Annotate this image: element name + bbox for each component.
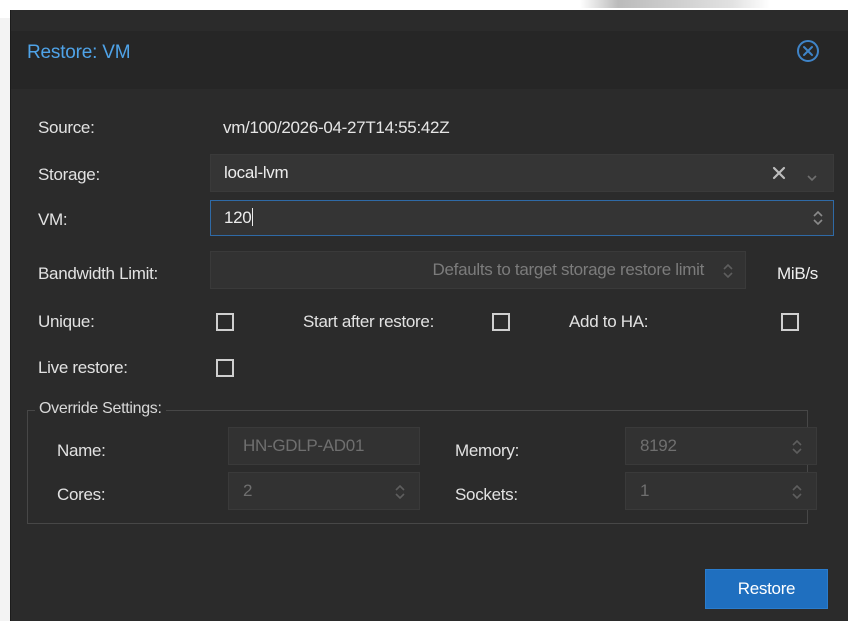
- override-sockets-placeholder: 1: [640, 481, 650, 500]
- text-caret: [252, 208, 254, 226]
- live-restore-checkbox[interactable]: [216, 359, 234, 377]
- override-memory-label: Memory:: [455, 441, 520, 460]
- spinner-icon[interactable]: [393, 483, 407, 501]
- override-sockets-label: Sockets:: [455, 485, 518, 504]
- override-settings-legend: Override Settings:: [35, 400, 166, 418]
- storage-label: Storage:: [38, 165, 100, 184]
- unique-checkbox[interactable]: [216, 313, 234, 331]
- spinner-icon[interactable]: [790, 438, 804, 456]
- background-text-fragment: [580, 0, 770, 8]
- vm-id-value-wrap: 120: [224, 208, 254, 228]
- live-restore-label: Live restore:: [38, 358, 128, 377]
- spinner-icon[interactable]: [721, 262, 735, 280]
- dialog-header: [11, 31, 848, 89]
- vm-label: VM:: [38, 210, 68, 229]
- source-value: vm/100/2026-04-27T14:55:42Z: [223, 118, 450, 137]
- override-name-input[interactable]: HN-GDLP-AD01: [228, 427, 420, 465]
- vm-id-input[interactable]: 120: [210, 200, 834, 236]
- spinner-icon[interactable]: [811, 209, 825, 227]
- bandwidth-label: Bandwidth Limit:: [38, 264, 158, 283]
- restore-button[interactable]: Restore: [705, 569, 828, 609]
- override-sockets-input[interactable]: 1: [625, 472, 817, 510]
- dialog-title: Restore: VM: [27, 42, 131, 63]
- start-after-restore-label: Start after restore:: [303, 312, 434, 331]
- override-cores-input[interactable]: 2: [228, 472, 420, 510]
- bandwidth-placeholder: Defaults to target storage restore limit: [432, 260, 705, 279]
- storage-select[interactable]: local-lvm: [210, 154, 834, 192]
- override-memory-input[interactable]: 8192: [625, 427, 817, 465]
- bandwidth-unit: MiB/s: [777, 264, 819, 283]
- source-label: Source:: [38, 118, 95, 137]
- add-to-ha-checkbox[interactable]: [781, 313, 799, 331]
- start-after-restore-checkbox[interactable]: [492, 313, 510, 331]
- override-cores-label: Cores:: [57, 485, 106, 504]
- override-cores-placeholder: 2: [243, 481, 253, 500]
- vm-id-value: 120: [224, 208, 252, 227]
- override-memory-placeholder: 8192: [640, 436, 677, 455]
- spinner-icon[interactable]: [790, 483, 804, 501]
- close-icon[interactable]: [797, 40, 819, 62]
- storage-value: local-lvm: [224, 163, 289, 182]
- bandwidth-input[interactable]: Defaults to target storage restore limit: [210, 251, 746, 289]
- unique-label: Unique:: [38, 312, 95, 331]
- clear-x-icon[interactable]: [772, 166, 786, 185]
- add-to-ha-label: Add to HA:: [569, 312, 649, 331]
- override-name-label: Name:: [57, 441, 106, 460]
- override-name-placeholder: HN-GDLP-AD01: [243, 436, 365, 455]
- chevron-down-icon[interactable]: [807, 169, 817, 187]
